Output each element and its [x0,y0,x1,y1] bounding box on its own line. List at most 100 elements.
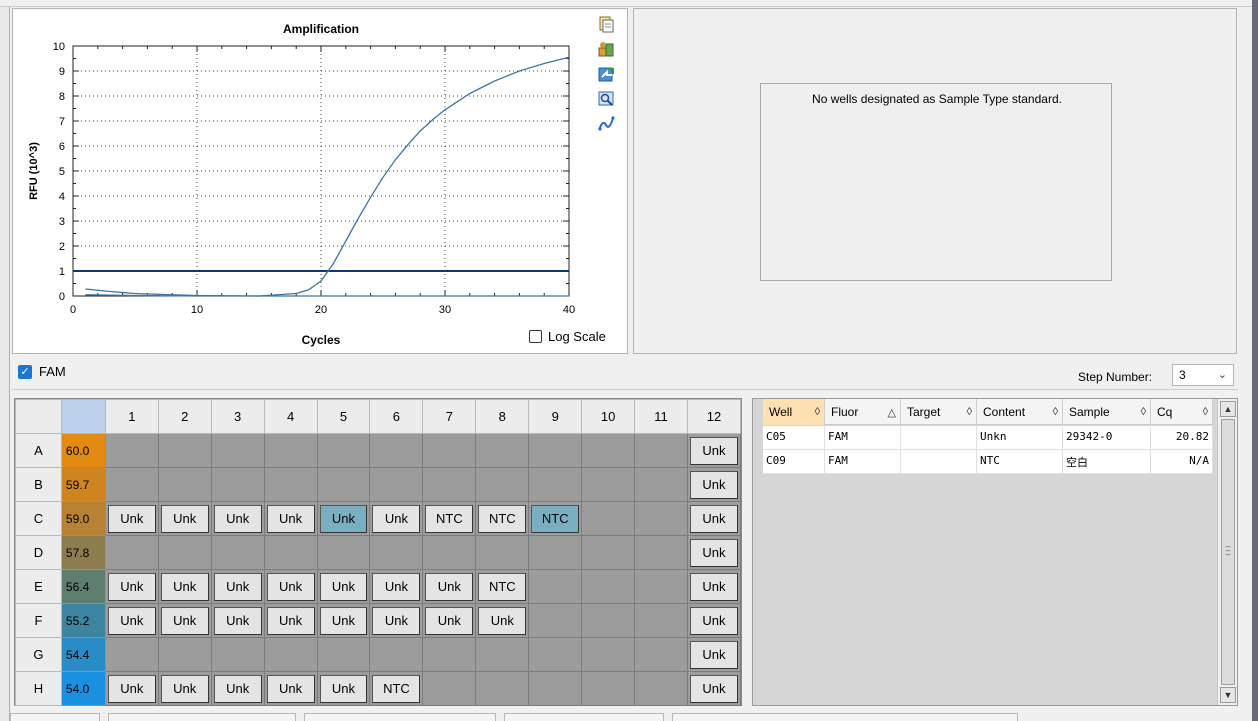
scroll-up-icon[interactable]: ▲ [1220,401,1236,417]
plate-well[interactable] [581,603,636,638]
plate-well[interactable] [528,467,583,502]
plate-well[interactable] [422,433,477,468]
plate-well[interactable]: NTC [528,501,583,536]
results-scrollbar[interactable]: ▲ – – – ▼ [1217,399,1237,705]
plate-well[interactable]: Unk [686,467,742,502]
plate-well[interactable] [157,535,212,570]
column-header[interactable]: 4 [263,399,318,434]
plate-well[interactable] [634,501,688,536]
well-content-button[interactable]: Unk [319,606,368,635]
plate-well[interactable] [316,637,371,672]
plate-well[interactable] [104,467,159,502]
plate-well[interactable] [634,603,688,638]
copy-icon[interactable] [597,15,615,33]
plate-well[interactable]: Unk [686,501,742,536]
plate-well[interactable]: Unk [422,569,477,604]
column-header-sample[interactable]: Sample ◊ [1063,399,1151,425]
plate-well[interactable]: Unk [210,569,265,604]
plate-well[interactable] [210,433,265,468]
plate-well[interactable]: NTC [475,501,530,536]
plate-well[interactable] [104,637,159,672]
well-content-button[interactable]: Unk [266,572,315,601]
plate-well[interactable]: Unk [157,569,212,604]
bottom-tab-2[interactable] [108,713,296,721]
plate-well[interactable]: Unk [104,501,159,536]
plate-well[interactable] [581,671,636,706]
plate-well[interactable] [581,569,636,604]
well-content-button[interactable]: Unk [689,640,738,669]
well-content-button[interactable]: Unk [372,606,421,635]
plate-corner[interactable] [60,399,106,434]
plate-well[interactable] [104,433,159,468]
well-content-button[interactable]: Unk [213,606,262,635]
column-header[interactable]: 3 [210,399,265,434]
column-header[interactable]: 5 [316,399,371,434]
plate-well[interactable]: Unk [316,569,371,604]
plate-well[interactable] [263,535,318,570]
plate-well[interactable] [210,637,265,672]
plate-well[interactable] [581,501,636,536]
well-content-button[interactable]: Unk [425,606,474,635]
plate-well[interactable]: Unk [686,637,742,672]
plate-well[interactable] [422,637,477,672]
plate-well[interactable] [316,433,371,468]
plate-well[interactable]: Unk [316,603,371,638]
sort-icon[interactable]: ◊ [1203,406,1208,418]
column-header[interactable]: 2 [157,399,212,434]
plate-well[interactable] [634,569,688,604]
well-content-button[interactable]: Unk [160,504,209,533]
row-header[interactable]: F [15,603,62,638]
plate-well[interactable] [475,467,530,502]
plate-well[interactable]: Unk [422,603,477,638]
plate-well[interactable] [263,637,318,672]
plate-well[interactable] [528,637,583,672]
well-content-button[interactable]: Unk [689,436,738,465]
table-row[interactable]: C05 FAM Unkn 29342-0 20.82 [763,426,1213,450]
well-content-button[interactable]: Unk [372,572,421,601]
well-content-button[interactable]: Unk [319,504,368,533]
plate-well[interactable]: Unk [316,501,371,536]
plate-well[interactable] [210,467,265,502]
row-header[interactable]: E [15,569,62,604]
trace-style-icon[interactable] [597,115,615,133]
scrollbar-thumb[interactable]: – – – [1221,419,1235,685]
well-content-button[interactable]: Unk [107,572,156,601]
well-content-button[interactable]: Unk [107,504,156,533]
plate-well[interactable]: Unk [104,603,159,638]
plate-well[interactable] [104,535,159,570]
plate-well[interactable]: Unk [686,603,742,638]
row-header[interactable]: H [15,671,62,706]
column-header-cq[interactable]: Cq ◊ [1151,399,1213,425]
plate-well[interactable]: Unk [210,501,265,536]
column-header[interactable]: 12 [686,399,742,434]
bottom-tab-4[interactable] [504,713,664,721]
plate-well[interactable]: Unk [210,671,265,706]
well-content-button[interactable]: Unk [478,606,527,635]
plate-well[interactable] [263,467,318,502]
column-header-fluor[interactable]: Fluor △ [825,399,901,425]
plate-well[interactable] [422,671,477,706]
sort-icon[interactable]: ◊ [815,406,820,418]
sort-icon[interactable]: ◊ [967,406,972,418]
plate-well[interactable] [475,433,530,468]
well-content-button[interactable]: Unk [213,674,262,703]
plate-well[interactable] [316,467,371,502]
step-number-select[interactable]: 3 ⌄ [1172,364,1234,386]
plate-well[interactable] [157,433,212,468]
plate-well[interactable] [475,535,530,570]
well-content-button[interactable]: Unk [425,572,474,601]
log-scale-checkbox[interactable]: Log Scale [529,329,606,344]
plate-well[interactable] [634,467,688,502]
log-scale-checkbox-box[interactable] [529,330,542,343]
plate-well[interactable] [634,637,688,672]
amplification-trace[interactable] [85,56,570,297]
plate-well[interactable] [528,671,583,706]
row-header[interactable]: D [15,535,62,570]
plate-well[interactable]: Unk [369,569,424,604]
plate-well[interactable]: Unk [263,671,318,706]
column-header[interactable]: 8 [475,399,530,434]
column-header[interactable]: 6 [369,399,424,434]
well-content-button[interactable]: Unk [319,572,368,601]
plate-well[interactable] [528,433,583,468]
table-row[interactable]: C09 FAM NTC 空白 N/A [763,450,1213,474]
